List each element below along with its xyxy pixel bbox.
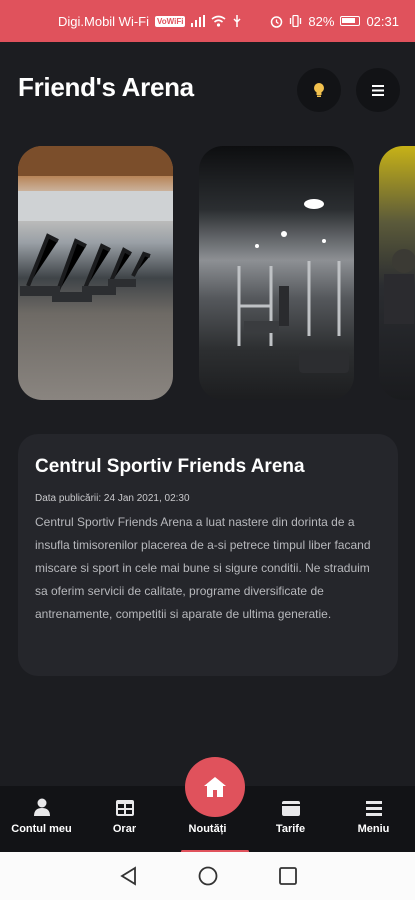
gym-weights-area-photo[interactable] — [199, 146, 354, 400]
clock: 02:31 — [366, 13, 399, 29]
recents-icon[interactable] — [278, 867, 297, 885]
vibrate-icon — [289, 15, 302, 27]
news-date: Data publicării: 24 Jan 2021, 02:30 — [35, 493, 190, 504]
news-home-button[interactable] — [185, 757, 245, 817]
news-body: Centrul Sportiv Friends Arena a luat nas… — [35, 515, 371, 621]
list-menu-button[interactable] — [356, 68, 400, 112]
nav-label: Contul meu — [11, 823, 72, 835]
battery-icon — [340, 16, 361, 26]
nav-item-menu[interactable]: Meniu — [332, 786, 415, 852]
nav-item-schedule[interactable]: Orar — [83, 786, 166, 852]
nav-label: Orar — [112, 823, 137, 835]
back-icon[interactable] — [119, 866, 137, 886]
home-icon — [204, 777, 226, 797]
news-title: Centrul Sportiv Friends Arena — [35, 456, 305, 477]
photo-carousel[interactable] — [0, 146, 415, 400]
menu-icon — [365, 801, 382, 816]
user-icon — [33, 798, 50, 816]
alarm-icon — [270, 15, 283, 28]
carrier-label: Digi.Mobil Wi-Fi — [58, 13, 149, 29]
news-card[interactable]: Centrul Sportiv Friends Arena Data publi… — [18, 434, 398, 676]
bulb-icon — [313, 82, 325, 98]
status-right: 82% 02:31 — [270, 14, 399, 29]
nav-label: Noutăți — [188, 823, 227, 835]
wallet-icon — [281, 801, 300, 816]
list-icon — [372, 84, 384, 96]
wifi-icon — [211, 15, 226, 27]
home-circle-icon[interactable] — [198, 866, 218, 886]
system-nav-bar — [0, 852, 415, 900]
gym-training-photo[interactable] — [379, 146, 415, 400]
calendar-icon — [115, 800, 134, 816]
volte-badge: VoWiFi — [155, 15, 186, 27]
nav-label: Meniu — [357, 823, 390, 835]
gym-cardio-area-photo[interactable] — [18, 146, 173, 400]
nav-label: Tarife — [275, 823, 306, 835]
status-bar: Digi.Mobil Wi-Fi VoWiFi 82% 02:31 — [0, 0, 415, 42]
battery-percent: 82% — [308, 13, 335, 29]
usb-icon — [232, 15, 242, 27]
nav-item-account[interactable]: Contul meu — [0, 786, 83, 852]
status-left: Digi.Mobil Wi-Fi VoWiFi — [58, 14, 242, 29]
app-content: Friend's Arena Centrul Sportiv Friends A… — [0, 42, 415, 786]
page-title: Friend's Arena — [18, 72, 194, 102]
nav-item-prices[interactable]: Tarife — [249, 786, 332, 852]
theme-toggle-button[interactable] — [297, 68, 341, 112]
signal-icon — [191, 15, 206, 27]
